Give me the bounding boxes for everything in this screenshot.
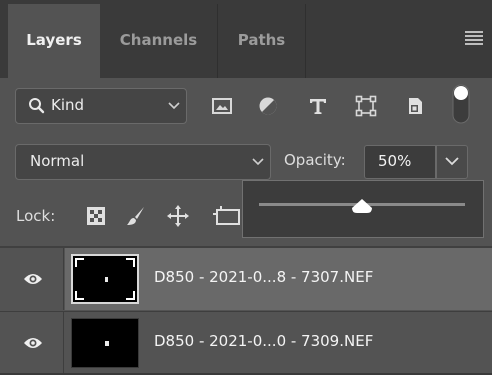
search-icon [29,98,45,114]
layers-panel: Layers Channels Paths Kind Normal Opacit… [0,0,492,375]
eye-icon [24,274,42,284]
filter-kind-dropdown[interactable]: Kind [15,88,187,124]
blend-mode-dropdown[interactable]: Normal [15,144,271,180]
layer-visibility-toggle[interactable] [0,248,64,310]
blend-mode-value: Normal [30,152,85,170]
layer-name[interactable]: D850 - 2021-0...0 - 7309.NEF [154,332,373,350]
tab-layers-label: Layers [26,31,82,49]
shape-filter-icon[interactable] [354,94,378,118]
layer-row[interactable]: D850 - 2021-0...8 - 7307.NEF [0,248,492,310]
layer-body[interactable]: D850 - 2021-0...0 - 7309.NEF [65,312,492,373]
layer-body[interactable]: D850 - 2021-0...8 - 7307.NEF [65,248,492,310]
chevron-down-icon [252,158,264,166]
chevron-down-icon [168,102,180,110]
opacity-label: Opacity: [284,151,346,169]
adjustment-filter-icon[interactable] [256,94,280,118]
lock-label: Lock: [16,207,56,225]
eye-icon [24,338,42,348]
opacity-slider-button[interactable] [436,145,468,179]
chevron-down-icon [445,157,459,166]
layer-thumbnail [71,254,139,304]
opacity-input[interactable]: 50% [364,145,436,179]
lock-transparent-pixels-icon[interactable] [84,204,108,228]
opacity-value: 50% [378,152,412,170]
panel-tab-bar: Layers Channels Paths [0,0,492,78]
layer-row[interactable]: D850 - 2021-0...0 - 7309.NEF [0,311,492,373]
type-filter-icon[interactable] [306,94,330,118]
opacity-slider-popup [242,180,484,238]
tab-paths[interactable]: Paths [218,4,306,78]
panel-menu-icon[interactable] [465,31,483,45]
tab-channels[interactable]: Channels [100,4,218,78]
filter-toggle-icon[interactable] [452,84,470,124]
lock-artboard-icon[interactable] [211,204,241,228]
lock-image-pixels-icon[interactable] [124,204,148,228]
tab-layers[interactable]: Layers [8,4,100,78]
tab-channels-label: Channels [119,31,198,49]
image-filter-icon[interactable] [210,94,234,118]
lock-position-icon[interactable] [166,204,190,228]
tab-paths-label: Paths [237,31,286,49]
layer-thumbnail [71,318,139,368]
layer-name[interactable]: D850 - 2021-0...8 - 7307.NEF [154,268,373,286]
layer-visibility-toggle[interactable] [0,312,64,373]
smart-object-filter-icon[interactable] [403,94,427,118]
filter-kind-label: Kind [51,96,85,114]
